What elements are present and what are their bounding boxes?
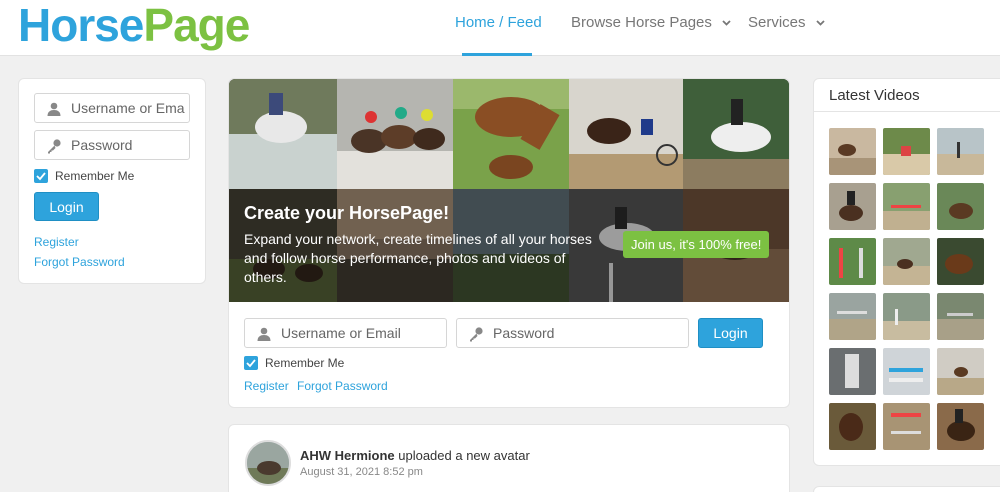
video-thumbnail[interactable]	[937, 348, 984, 395]
video-thumbnail[interactable]	[883, 348, 930, 395]
logo-part-2: Page	[143, 0, 250, 51]
hero-description: Expand your network, create timelines of…	[244, 231, 592, 285]
sidebar-remember-checkbox[interactable]	[34, 169, 48, 183]
post-action: uploaded a new avatar	[394, 448, 530, 463]
video-thumbnail[interactable]	[883, 128, 930, 175]
sidebar-forgot-password-link[interactable]: Forgot Password	[34, 255, 125, 269]
sidebar-password-field[interactable]	[34, 130, 190, 160]
video-thumbnail[interactable]	[829, 128, 876, 175]
logo-part-1: Horse	[18, 0, 144, 51]
nav-services-label: Services	[748, 14, 806, 31]
hero-banner: Create your HorsePage! Expand your netwo…	[229, 79, 789, 302]
nav-browse-label: Browse Horse Pages	[571, 14, 712, 31]
main-username-input[interactable]	[281, 319, 442, 347]
main-login-button[interactable]: Login	[698, 318, 763, 348]
main-remember-label: Remember Me	[265, 356, 345, 370]
chevron-down-icon	[722, 20, 731, 26]
video-thumbnail[interactable]	[937, 128, 984, 175]
hero-photo-harness	[569, 79, 683, 189]
video-thumbnail[interactable]	[883, 403, 930, 450]
join-free-badge[interactable]: Join us, it's 100% free!	[623, 231, 770, 258]
sidebar-remember-label: Remember Me	[55, 169, 135, 183]
main-register-link[interactable]: Register	[244, 379, 289, 393]
video-thumbnail[interactable]	[937, 403, 984, 450]
hero-photo-dressage	[683, 79, 789, 189]
hero-title: Create your HorsePage!	[244, 203, 450, 223]
main-forgot-password-link[interactable]: Forgot Password	[297, 379, 388, 393]
key-icon	[48, 139, 61, 154]
video-thumbnail[interactable]	[883, 183, 930, 230]
sidebar-next-card	[813, 486, 1000, 492]
hero-photo-mare-foal	[453, 79, 569, 189]
video-thumbnail[interactable]	[829, 183, 876, 230]
site-header: HorsePage Home / Feed Browse Horse Pages…	[0, 0, 1000, 56]
site-logo[interactable]: HorsePage	[18, 0, 250, 51]
main-remember-checkbox[interactable]	[244, 356, 258, 370]
sidebar-username-input[interactable]	[71, 94, 185, 122]
nav-active-indicator	[462, 53, 532, 56]
latest-videos-title: Latest Videos	[829, 87, 920, 104]
sidebar-password-input[interactable]	[71, 131, 185, 159]
post-timestamp: August 31, 2021 8:52 pm	[300, 466, 423, 478]
hero-photo-eventing	[229, 79, 337, 189]
video-thumbnail[interactable]	[937, 293, 984, 340]
nav-services[interactable]: Services	[748, 14, 825, 31]
chevron-down-icon	[816, 20, 825, 26]
main-password-field[interactable]	[456, 318, 689, 348]
video-thumbnail[interactable]	[829, 403, 876, 450]
sidebar-register-link[interactable]: Register	[34, 235, 79, 249]
post-author-link[interactable]: AHW Hermione	[300, 448, 395, 463]
main-password-input[interactable]	[493, 319, 684, 347]
video-thumbnail[interactable]	[829, 348, 876, 395]
video-thumbnail[interactable]	[883, 293, 930, 340]
check-icon	[36, 172, 46, 181]
key-icon	[470, 327, 483, 342]
user-icon	[257, 327, 271, 341]
user-icon	[47, 102, 61, 116]
video-thumbnail[interactable]	[937, 238, 984, 285]
nav-browse-horse-pages[interactable]: Browse Horse Pages	[571, 14, 731, 31]
main-username-field[interactable]	[244, 318, 447, 348]
video-thumbnail[interactable]	[883, 238, 930, 285]
video-thumbnail[interactable]	[829, 293, 876, 340]
avatar[interactable]	[245, 440, 291, 486]
post-headline: AHW Hermione uploaded a new avatar	[300, 448, 530, 463]
video-thumbnail[interactable]	[937, 183, 984, 230]
check-icon	[246, 359, 256, 368]
latest-videos-divider	[813, 111, 1000, 112]
sidebar-username-field[interactable]	[34, 93, 190, 123]
video-thumbnail[interactable]	[829, 238, 876, 285]
hero-photo-racing	[337, 79, 453, 189]
nav-home-feed[interactable]: Home / Feed	[455, 14, 542, 31]
sidebar-login-button[interactable]: Login	[34, 192, 99, 221]
